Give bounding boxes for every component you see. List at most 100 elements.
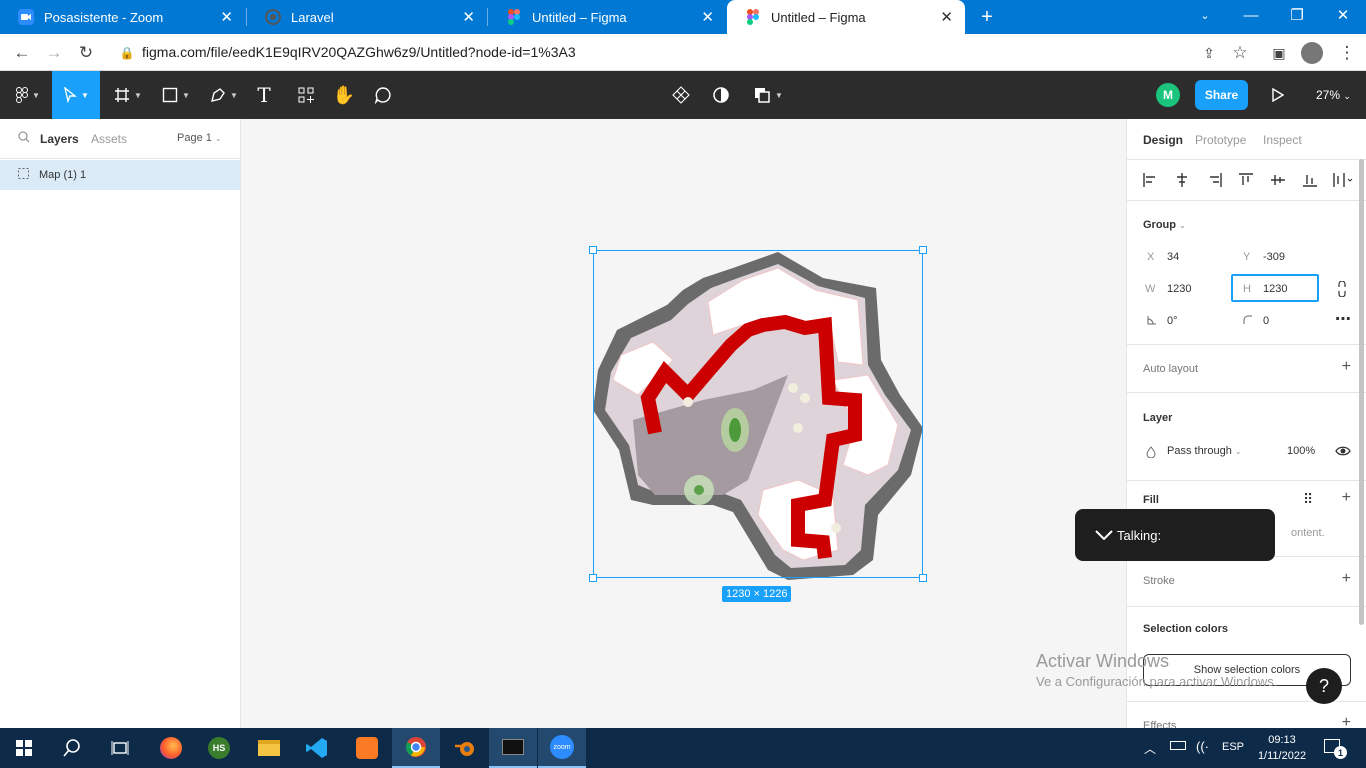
align-center-v-icon[interactable] bbox=[1271, 173, 1285, 187]
frame-tool-icon[interactable]: ▼ bbox=[108, 71, 148, 119]
windows-start-icon[interactable] bbox=[0, 728, 48, 768]
close-tab-icon[interactable]: ✕ bbox=[220, 8, 233, 26]
zoom-talking-overlay[interactable]: Talking: bbox=[1075, 509, 1275, 561]
tab-prototype[interactable]: Prototype bbox=[1195, 133, 1246, 147]
show-hidden-icons[interactable]: ︿ bbox=[1144, 740, 1156, 757]
w-label: W bbox=[1145, 283, 1156, 295]
comment-tool-icon[interactable] bbox=[371, 71, 395, 119]
pen-tool-icon[interactable]: ▼ bbox=[204, 71, 244, 119]
browser-tab-figma-active[interactable]: Untitled – Figma ✕ bbox=[727, 0, 965, 34]
radius-input[interactable]: 0 bbox=[1263, 315, 1269, 327]
url-field[interactable]: figma.com/file/eedK1E9qIRV20QAZGhw6z9/Un… bbox=[142, 44, 576, 60]
mask-icon[interactable] bbox=[709, 71, 733, 119]
side-panel-icon[interactable]: ▣ bbox=[1266, 40, 1292, 66]
align-center-h-icon[interactable] bbox=[1175, 173, 1189, 187]
chrome-icon[interactable] bbox=[392, 728, 440, 768]
align-bottom-icon[interactable] bbox=[1303, 173, 1317, 187]
opacity-input[interactable]: 100% bbox=[1287, 445, 1315, 457]
battery-icon[interactable] bbox=[1170, 741, 1186, 750]
move-tool-icon[interactable]: ▼ bbox=[52, 71, 100, 119]
distribute-icon[interactable] bbox=[1333, 173, 1353, 187]
shape-tool-icon[interactable]: ▼ bbox=[156, 71, 196, 119]
lock-icon[interactable]: 🔒 bbox=[114, 40, 140, 66]
task-view-icon[interactable] bbox=[96, 728, 144, 768]
close-tab-icon[interactable]: ✕ bbox=[462, 8, 475, 26]
h-input[interactable]: 1230 bbox=[1263, 283, 1287, 295]
zoom-level[interactable]: 27% ⌄ bbox=[1316, 88, 1351, 102]
add-fill-icon[interactable]: + bbox=[1342, 489, 1351, 507]
eye-icon[interactable] bbox=[1335, 445, 1351, 457]
align-left-icon[interactable] bbox=[1143, 173, 1157, 187]
network-icon[interactable]: ((· bbox=[1196, 739, 1209, 754]
chevron-down-icon[interactable] bbox=[1095, 527, 1113, 543]
tab-layers[interactable]: Layers bbox=[40, 132, 79, 146]
resize-handle-se[interactable] bbox=[919, 574, 927, 582]
menu-kebab-icon[interactable]: ⋮ bbox=[1334, 40, 1360, 66]
blend-mode-dropdown[interactable]: Pass through ⌄ bbox=[1167, 445, 1242, 457]
help-button[interactable]: ? bbox=[1306, 668, 1342, 704]
tab-search-icon[interactable]: ⌄ bbox=[1182, 0, 1228, 30]
notification-center-icon[interactable]: 1 bbox=[1324, 739, 1347, 759]
clock[interactable]: 09:13 1/11/2022 bbox=[1254, 732, 1310, 764]
present-play-icon[interactable] bbox=[1268, 71, 1288, 119]
resize-handle-nw[interactable] bbox=[589, 246, 597, 254]
resize-handle-ne[interactable] bbox=[919, 246, 927, 254]
figma-canvas[interactable]: 1230 × 1226 bbox=[241, 119, 1126, 728]
tab-inspect[interactable]: Inspect bbox=[1263, 133, 1302, 147]
blender-icon[interactable] bbox=[441, 728, 489, 768]
rotation-input[interactable]: 0° bbox=[1167, 315, 1178, 327]
search-icon[interactable] bbox=[48, 728, 96, 768]
group-dropdown[interactable]: Group ⌄ bbox=[1143, 219, 1186, 231]
share-page-icon[interactable]: ⇪ bbox=[1196, 40, 1222, 66]
user-avatar[interactable]: M bbox=[1156, 83, 1180, 107]
new-tab-icon[interactable]: + bbox=[975, 0, 999, 34]
fill-styles-icon[interactable]: ⠿ bbox=[1303, 491, 1313, 508]
forward-icon[interactable]: → bbox=[41, 40, 67, 66]
zoom-taskbar-icon[interactable]: zoom bbox=[538, 728, 586, 768]
resize-handle-sw[interactable] bbox=[589, 574, 597, 582]
h-field[interactable]: H 1230 bbox=[1231, 274, 1319, 302]
w-input[interactable]: 1230 bbox=[1167, 283, 1191, 295]
profile-avatar[interactable] bbox=[1299, 40, 1325, 66]
share-button[interactable]: Share bbox=[1195, 80, 1248, 110]
selection-box[interactable] bbox=[589, 246, 927, 582]
align-right-icon[interactable] bbox=[1208, 173, 1222, 187]
language-indicator[interactable]: ESP bbox=[1222, 741, 1244, 753]
bookmark-star-icon[interactable]: ☆ bbox=[1227, 40, 1253, 66]
close-window-icon[interactable]: ✕ bbox=[1320, 0, 1366, 30]
tab-design[interactable]: Design bbox=[1143, 133, 1183, 147]
text-tool-icon[interactable]: T bbox=[252, 71, 276, 119]
x-input[interactable]: 34 bbox=[1167, 251, 1179, 263]
vscode-icon[interactable] bbox=[293, 728, 341, 768]
firefox-icon[interactable] bbox=[147, 728, 195, 768]
figma-menu-icon[interactable]: ▼ bbox=[8, 71, 48, 119]
back-icon[interactable]: ← bbox=[9, 40, 35, 66]
add-stroke-icon[interactable]: + bbox=[1342, 570, 1351, 588]
file-explorer-icon[interactable] bbox=[245, 728, 293, 768]
close-tab-icon[interactable]: ✕ bbox=[940, 8, 953, 26]
restore-icon[interactable]: ❐ bbox=[1274, 0, 1320, 30]
page-selector[interactable]: Page 1 ⌄ bbox=[177, 132, 222, 144]
browser-tab-laravel[interactable]: Laravel ✕ bbox=[247, 0, 487, 34]
constrain-proportions-icon[interactable] bbox=[1337, 281, 1347, 297]
search-icon[interactable] bbox=[18, 131, 30, 146]
align-top-icon[interactable] bbox=[1239, 173, 1253, 187]
browser-tab-figma-1[interactable]: Untitled – Figma ✕ bbox=[488, 0, 726, 34]
panel-scrollbar[interactable] bbox=[1359, 159, 1364, 625]
boolean-groups-icon[interactable]: ▼ bbox=[750, 71, 786, 119]
close-tab-icon[interactable]: ✕ bbox=[701, 8, 714, 26]
browser-tab-zoom[interactable]: Posasistente - Zoom ✕ bbox=[0, 0, 245, 34]
reload-icon[interactable]: ↻ bbox=[73, 40, 99, 66]
y-input[interactable]: -309 bbox=[1263, 251, 1285, 263]
tab-assets[interactable]: Assets bbox=[91, 132, 127, 146]
hand-tool-icon[interactable]: ✋ bbox=[332, 71, 356, 119]
minimize-icon[interactable]: — bbox=[1228, 0, 1274, 30]
xampp-icon[interactable] bbox=[343, 728, 391, 768]
more-options-icon[interactable]: ⋯ bbox=[1335, 309, 1351, 329]
resources-tool-icon[interactable] bbox=[292, 71, 320, 119]
terminal-icon[interactable] bbox=[489, 728, 537, 768]
layer-row[interactable]: Map (1) 1 bbox=[0, 160, 240, 190]
component-icon[interactable] bbox=[669, 71, 693, 119]
add-auto-layout-icon[interactable]: + bbox=[1342, 358, 1351, 376]
hs-app-icon[interactable]: HS bbox=[195, 728, 243, 768]
